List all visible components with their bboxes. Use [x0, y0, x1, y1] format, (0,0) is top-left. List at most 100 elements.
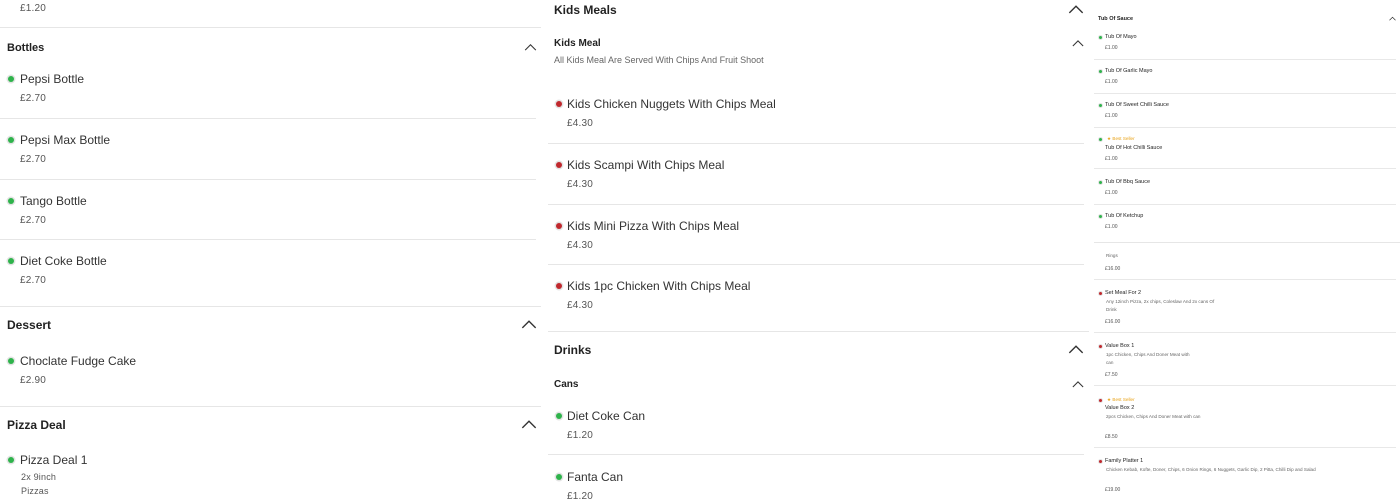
chevron-up-icon[interactable]	[1072, 39, 1084, 47]
item-price: £7.50	[1105, 372, 1118, 378]
subcategory-kids-meal[interactable]: Kids Meal	[554, 38, 1084, 52]
item-name: Diet Coke Can	[567, 409, 646, 423]
item-description: 2x 9inch	[21, 472, 57, 482]
item-price: £1.00	[1105, 224, 1118, 230]
item-price: £19.00	[1105, 487, 1121, 493]
non-veg-indicator-icon	[1099, 399, 1102, 402]
item-price: £1.00	[1105, 113, 1118, 119]
menu-item[interactable]: ★ Best Seller Value Box 2 2pcs Chicken, …	[1094, 391, 1396, 448]
menu-item[interactable]: Choclate Fudge Cake £2.90	[0, 344, 536, 400]
item-price: £4.30	[567, 240, 594, 251]
item-price: £2.90	[20, 375, 47, 386]
veg-indicator-icon	[1099, 138, 1102, 141]
menu-item[interactable]: Tub Of Ketchup £1.00	[1094, 207, 1396, 241]
chevron-up-icon[interactable]	[521, 419, 537, 429]
item-price: £2.70	[20, 93, 47, 104]
chevron-up-icon[interactable]	[1068, 344, 1084, 354]
chevron-up-icon[interactable]	[1072, 380, 1084, 388]
veg-indicator-icon	[8, 198, 14, 204]
non-veg-indicator-icon	[1099, 345, 1102, 348]
best-seller-badge: ★ Best Seller	[1107, 136, 1135, 141]
veg-indicator-icon	[1099, 70, 1102, 73]
veg-indicator-icon	[8, 258, 14, 264]
item-name: Tub Of Bbq Sauce	[1105, 179, 1151, 185]
subcategory-description: All Kids Meal Are Served With Chips And …	[554, 55, 764, 65]
best-seller-badge: ★ Best Seller	[1107, 397, 1135, 402]
subcategory-cans[interactable]: Cans	[554, 379, 1084, 393]
item-name: Tango Bottle	[20, 194, 87, 208]
item-price: £1.00	[1105, 190, 1118, 196]
item-name: Value Box 2	[1105, 405, 1135, 411]
veg-indicator-icon	[1099, 104, 1102, 107]
menu-item[interactable]: Tub Of Bbq Sauce £1.00	[1094, 173, 1396, 205]
chevron-up-icon[interactable]	[1068, 4, 1084, 14]
menu-column-right: Tub Of Sauce Tub Of Mayo £1.00 Tub Of Ga…	[1094, 0, 1400, 500]
category-title: Kids Meals	[554, 3, 617, 17]
category-title: Tub Of Sauce	[1098, 16, 1134, 22]
menu-column-middle: Kids Meals Kids Meal All Kids Meal Are S…	[548, 0, 1089, 500]
menu-item[interactable]: Diet Coke Can £1.20	[548, 399, 1084, 455]
item-description: Pizzas	[21, 486, 49, 496]
category-kids-meals[interactable]: Kids Meals	[554, 3, 1084, 19]
veg-indicator-icon	[8, 457, 14, 463]
menu-item[interactable]: Tango Bottle £2.70	[0, 184, 536, 240]
menu-item[interactable]: Kids Chicken Nuggets With Chips Meal £4.…	[548, 87, 1084, 144]
item-name: Diet Coke Bottle	[20, 254, 107, 268]
menu-item[interactable]: Pepsi Bottle £2.70	[0, 62, 536, 119]
veg-indicator-icon	[8, 137, 14, 143]
veg-indicator-icon	[1099, 181, 1102, 184]
chevron-up-icon[interactable]	[521, 319, 537, 329]
chevron-up-icon[interactable]	[1389, 16, 1396, 21]
menu-item[interactable]: Kids 1pc Chicken With Chips Meal £4.30	[548, 269, 1084, 325]
menu-item[interactable]: Pizza Deal 1 2x 9inch Pizzas	[0, 443, 536, 500]
item-name: Kids Mini Pizza With Chips Meal	[567, 219, 740, 233]
subcategory-title: Kids Meal	[554, 38, 601, 49]
category-title: Drinks	[554, 343, 592, 357]
non-veg-indicator-icon	[1099, 460, 1102, 463]
item-name: Value Box 1	[1105, 343, 1135, 349]
menu-item[interactable]: Fanta Can £1.20	[548, 460, 1084, 500]
item-price: £1.00	[1105, 45, 1118, 51]
non-veg-indicator-icon	[556, 223, 562, 229]
category-tub-of-sauce[interactable]: Tub Of Sauce	[1098, 16, 1398, 24]
menu-item[interactable]: Set Meal For 2 Any 12inch Pizza, 2x chip…	[1094, 284, 1396, 333]
veg-indicator-icon	[1099, 215, 1102, 218]
non-veg-indicator-icon	[556, 101, 562, 107]
category-title: Pizza Deal	[7, 418, 66, 432]
non-veg-indicator-icon	[1099, 292, 1102, 295]
chevron-up-icon[interactable]	[524, 43, 537, 51]
item-price: £1.20	[20, 3, 47, 14]
menu-item[interactable]: Kids Scampi With Chips Meal £4.30	[548, 148, 1084, 205]
item-name: Pepsi Bottle	[20, 72, 85, 86]
category-pizza-deal[interactable]: Pizza Deal	[7, 418, 537, 434]
item-price: £2.70	[20, 215, 47, 226]
item-description: Any 12inch Pizza, 2x chips, Coleslaw And…	[1106, 299, 1215, 312]
menu-item[interactable]: Tub Of Sweet Chilli Sauce £1.00	[1094, 96, 1396, 128]
item-name: Kids Chicken Nuggets With Chips Meal	[567, 97, 776, 111]
menu-item[interactable]: Rings £16.00	[1094, 246, 1396, 280]
category-bottles[interactable]: Bottles	[7, 42, 537, 58]
non-veg-indicator-icon	[556, 162, 562, 168]
menu-item[interactable]: Kids Mini Pizza With Chips Meal £4.30	[548, 209, 1084, 265]
item-name: Kids Scampi With Chips Meal	[567, 158, 725, 172]
item-name: Family Platter 1	[1105, 458, 1144, 464]
item-price: £2.70	[20, 154, 47, 165]
veg-indicator-icon	[8, 76, 14, 82]
item-name: Tub Of Hot Chilli Sauce	[1105, 145, 1163, 151]
menu-item[interactable]: Family Platter 1 Chicken Kebab, Kofte, D…	[1094, 452, 1396, 500]
menu-item[interactable]: Pepsi Max Bottle £2.70	[0, 123, 536, 180]
item-price: £16.00	[1105, 319, 1121, 325]
item-price: £2.70	[20, 275, 47, 286]
menu-item[interactable]: Diet Coke Bottle £2.70	[0, 244, 536, 300]
menu-column-left: £1.20 Bottles Pepsi Bottle £2.70 Pepsi M…	[0, 0, 541, 500]
item-price: £1.20	[567, 491, 594, 500]
category-drinks[interactable]: Drinks	[554, 343, 1084, 359]
item-price: £16.00	[1105, 266, 1121, 272]
menu-item[interactable]: Value Box 1 1pc Chicken, Chips And Doner…	[1094, 337, 1396, 386]
category-dessert[interactable]: Dessert	[7, 318, 537, 334]
menu-item[interactable]: ★ Best Seller Tub Of Hot Chilli Sauce £1…	[1094, 130, 1396, 169]
menu-item[interactable]: Tub Of Mayo £1.00	[1094, 28, 1396, 60]
menu-item[interactable]: Tub Of Garlic Mayo £1.00	[1094, 62, 1396, 94]
item-name: Set Meal For 2	[1105, 290, 1142, 296]
item-name: Pepsi Max Bottle	[20, 133, 111, 147]
